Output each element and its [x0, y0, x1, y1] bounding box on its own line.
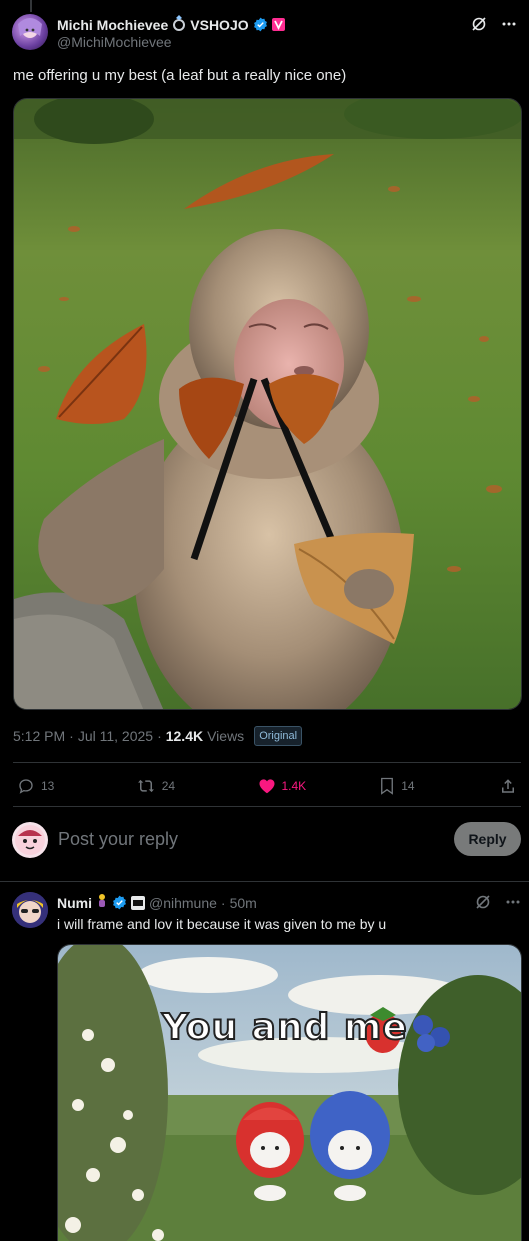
reply-media-image[interactable]: You and me — [57, 944, 522, 1241]
reply-input[interactable]: Post your reply — [58, 829, 178, 850]
verified-badge-icon — [253, 17, 268, 32]
reply-action[interactable]: 13 — [17, 777, 136, 795]
reply-text: i will frame and lov it because it was g… — [57, 916, 387, 932]
header-actions — [471, 16, 517, 37]
heart-filled-icon[interactable] — [258, 777, 276, 795]
reply-composer: Post your reply Reply — [12, 820, 521, 860]
reply-author-name[interactable]: Numi — [57, 895, 92, 911]
meta-separator: · — [220, 894, 226, 911]
bookmark-action[interactable]: 14 — [379, 777, 499, 795]
affiliation-name[interactable]: VSHOJO — [190, 17, 248, 33]
grok-icon[interactable] — [475, 894, 491, 915]
share-icon[interactable] — [499, 777, 517, 795]
post-text: me offering u my best (a leaf but a real… — [13, 67, 347, 84]
post-date[interactable]: Jul 11, 2025 — [78, 728, 153, 744]
like-action[interactable]: 1.4K — [258, 777, 380, 795]
author-name-row[interactable]: Michi Mochievee VSHOJO — [57, 15, 285, 34]
author-display-name[interactable]: Michi Mochievee — [57, 17, 168, 33]
more-options-icon[interactable] — [501, 16, 517, 37]
post-meta: 5:12 PM · Jul 11, 2025 · 12.4K Views Ori… — [13, 726, 303, 746]
repost-count: 24 — [161, 779, 176, 793]
like-count: 1.4K — [281, 779, 307, 793]
post-actions-bar: 13 24 1.4K 14 — [17, 775, 517, 797]
person-emoji-icon — [96, 893, 108, 912]
repost-action[interactable]: 24 — [136, 777, 258, 795]
share-action[interactable] — [499, 777, 517, 795]
monkey-with-leaves-photo — [14, 99, 521, 709]
affiliate-badge-icon[interactable] — [271, 18, 285, 31]
more-options-icon[interactable] — [505, 894, 521, 915]
strawberry-blueberry-cats-image — [58, 945, 521, 1241]
author-handle[interactable]: @MichiMochievee — [57, 34, 172, 50]
reply-header-actions — [475, 894, 521, 915]
divider — [0, 881, 529, 882]
views-label: Views — [207, 728, 245, 744]
views-count: 12.4K — [165, 728, 204, 744]
meta-separator: · — [69, 728, 74, 744]
bookmark-count: 14 — [401, 779, 415, 793]
reply-icon[interactable] — [17, 777, 35, 795]
author-avatar[interactable] — [12, 14, 48, 50]
ring-emoji-icon — [172, 15, 186, 34]
reply-author-handle[interactable]: @nihmune — [149, 895, 217, 911]
post-media-photo[interactable] — [13, 98, 522, 710]
reply-author-row[interactable]: Numi @nihmune · 50m — [57, 893, 257, 912]
image-caption-text: You and me — [161, 1006, 408, 1049]
meta-separator: · — [157, 728, 162, 744]
reply-count: 13 — [41, 779, 55, 793]
repost-icon[interactable] — [136, 777, 156, 795]
thread-connector-line — [30, 0, 32, 12]
reply-author-avatar[interactable] — [12, 892, 48, 928]
grok-icon[interactable] — [471, 16, 487, 37]
verified-badge-icon — [112, 895, 127, 910]
reply-button[interactable]: Reply — [454, 822, 521, 856]
reply-time[interactable]: 50m — [230, 895, 257, 911]
current-user-avatar[interactable] — [12, 822, 48, 858]
divider — [13, 762, 521, 763]
post-time[interactable]: 5:12 PM — [13, 728, 65, 744]
post-header: Michi Mochievee VSHOJO @MichiMochievee — [12, 12, 517, 52]
divider — [13, 806, 521, 807]
original-badge[interactable]: Original — [254, 726, 303, 746]
bookmark-icon[interactable] — [379, 777, 395, 795]
affiliation-logo-icon[interactable] — [131, 895, 145, 910]
